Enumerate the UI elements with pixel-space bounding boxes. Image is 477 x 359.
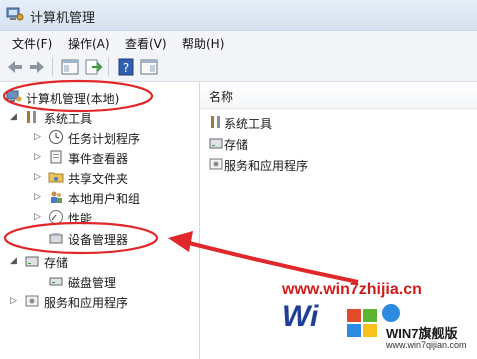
storage-icon	[209, 138, 223, 149]
svg-text:?: ?	[123, 61, 129, 75]
watermark-url: www.win7zhijia.cn	[282, 281, 422, 298]
shared-folder-icon	[48, 172, 64, 183]
storage-icon	[25, 256, 39, 267]
event-viewer-icon	[50, 150, 62, 164]
watermark-logo-text: Wi	[282, 300, 319, 333]
help-icon[interactable]: ?	[116, 57, 136, 77]
forward-arrow-icon[interactable]	[27, 57, 47, 77]
list-item[interactable]: 系统工具	[206, 113, 466, 131]
column-header-label: 名称	[209, 90, 234, 104]
list-item[interactable]: 存储	[206, 134, 466, 152]
expanded-arrow-icon[interactable]: ◢	[10, 112, 17, 122]
performance-icon	[49, 210, 63, 224]
tools-icon	[27, 111, 36, 123]
toolbar-separator	[52, 58, 53, 76]
tree-pane: 计算机管理(本地) ◢ 系统工具 ▷ 任务计划程序 ▷ 事件查看器 ▷ 共享文件…	[0, 82, 200, 359]
tree-item-storage[interactable]: ◢ 存储	[4, 252, 194, 270]
collapsed-arrow-icon[interactable]: ▷	[34, 152, 41, 162]
menu-file[interactable]: 文件(F)	[12, 35, 52, 52]
tree-item-services-apps[interactable]: ▷ 服务和应用程序	[4, 292, 194, 310]
collapsed-arrow-icon[interactable]: ▷	[34, 192, 41, 202]
computer-management-icon	[6, 7, 24, 21]
tree-item-disk-management[interactable]: 磁盘管理	[4, 272, 194, 290]
menu-bar: 文件(F) 操作(A) 查看(V) 帮助(H)	[0, 31, 477, 53]
tree-label: 本地用户和组	[68, 192, 141, 206]
disk-icon	[49, 277, 63, 286]
tree-label: 任务计划程序	[68, 132, 141, 146]
back-arrow-icon[interactable]	[5, 57, 25, 77]
tree-item-local-users[interactable]: ▷ 本地用户和组	[4, 188, 194, 206]
tree-label: 共享文件夹	[68, 172, 129, 186]
services-icon	[209, 158, 223, 170]
tree-item-task-scheduler[interactable]: ▷ 任务计划程序	[4, 128, 194, 146]
menu-view[interactable]: 查看(V)	[125, 35, 167, 52]
tree-item-event-viewer[interactable]: ▷ 事件查看器	[4, 148, 194, 166]
list-item-label: 服务和应用程序	[224, 159, 309, 173]
expanded-arrow-icon[interactable]: ◢	[10, 256, 17, 266]
tree-item-root[interactable]: 计算机管理(本地)	[4, 88, 194, 106]
tree-item-device-manager[interactable]: 设备管理器	[4, 229, 194, 247]
list-item-label: 系统工具	[224, 117, 273, 131]
collapsed-arrow-icon[interactable]: ▷	[34, 172, 41, 182]
tree-label: 事件查看器	[68, 152, 129, 166]
show-hide-tree-icon[interactable]	[60, 57, 80, 77]
tools-icon	[211, 116, 220, 128]
window-title: 计算机管理	[30, 11, 96, 26]
tree-item-performance[interactable]: ▷ 性能	[4, 208, 194, 226]
toolbar: ?	[0, 53, 477, 82]
tree-label: 存储	[44, 256, 69, 270]
tree-item-shared-folders[interactable]: ▷ 共享文件夹	[4, 168, 194, 186]
tree-label: 系统工具	[44, 112, 93, 126]
collapsed-arrow-icon[interactable]: ▷	[34, 132, 41, 142]
title-bar: 计算机管理	[0, 0, 477, 31]
properties-icon[interactable]	[139, 57, 159, 77]
computer-management-icon	[6, 90, 22, 102]
list-pane: 名称 系统工具 存储 服务和应用程序	[200, 82, 477, 359]
tree-label: 设备管理器	[68, 233, 129, 247]
export-list-icon[interactable]	[83, 57, 103, 77]
menu-help[interactable]: 帮助(H)	[182, 35, 224, 52]
toolbar-separator	[108, 58, 109, 76]
watermark-small-url: www.win7qijian.com	[386, 340, 467, 350]
list-item[interactable]: 服务和应用程序	[206, 155, 466, 173]
clock-icon	[49, 130, 63, 144]
tree-label: 服务和应用程序	[44, 296, 129, 310]
tree-label: 磁盘管理	[68, 276, 117, 290]
services-icon	[25, 295, 39, 307]
tree-root-label: 计算机管理(本地)	[26, 92, 120, 106]
device-manager-icon	[49, 233, 63, 244]
tree-item-system-tools[interactable]: ◢ 系统工具	[4, 108, 194, 126]
users-icon	[51, 191, 62, 203]
list-item-label: 存储	[224, 138, 249, 152]
menu-action[interactable]: 操作(A)	[68, 35, 110, 52]
collapsed-arrow-icon[interactable]: ▷	[34, 212, 41, 222]
collapsed-arrow-icon[interactable]: ▷	[10, 296, 17, 306]
column-header-name[interactable]: 名称	[200, 82, 477, 109]
tree-label: 性能	[68, 212, 93, 226]
